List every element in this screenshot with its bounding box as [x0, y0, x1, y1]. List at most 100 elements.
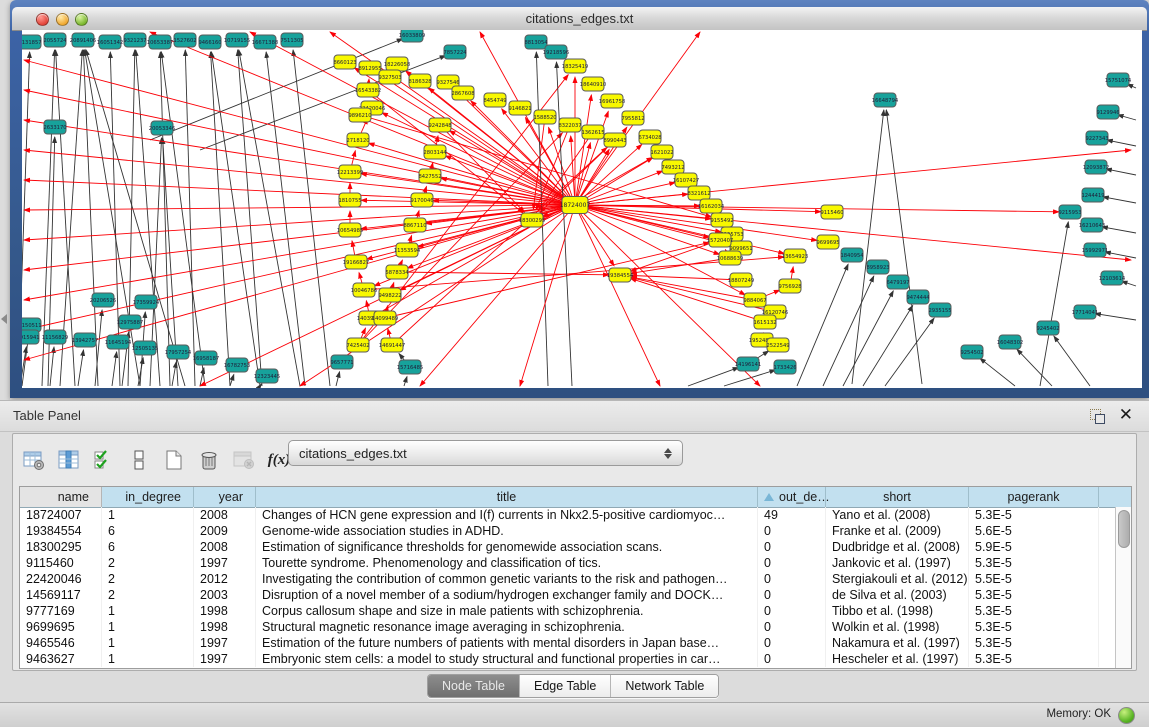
graph-node-yellow[interactable]: 12213399 — [337, 165, 363, 179]
graph-node-teal[interactable]: 11156829 — [42, 330, 68, 344]
table-cell[interactable]: 19384554 — [20, 523, 102, 539]
graph-node-teal[interactable]: 1733426 — [773, 360, 796, 374]
graph-node-teal[interactable]: 2055724 — [43, 33, 67, 47]
graph-node-teal[interactable]: 16782753 — [224, 358, 250, 372]
table-cell[interactable]: 0 — [758, 523, 826, 539]
vertical-scrollbar[interactable] — [1115, 507, 1131, 668]
table-cell[interactable]: 2 — [102, 571, 194, 587]
graph-node-teal[interactable]: 9129946 — [1096, 105, 1119, 119]
table-cell[interactable]: 1 — [102, 603, 194, 619]
graph-node-teal[interactable]: 8131857 — [22, 35, 42, 49]
graph-node-yellow[interactable]: 9146821 — [508, 101, 531, 115]
table-cell[interactable]: Dudbridge et al. (2008) — [826, 539, 969, 555]
graph-node-teal[interactable]: 16048302 — [997, 335, 1023, 349]
delete-column-icon[interactable] — [196, 447, 222, 473]
table-cell[interactable]: Estimation of significance thresholds fo… — [256, 539, 758, 555]
graph-node-teal[interactable]: 20206526 — [90, 293, 116, 307]
table-cell[interactable]: 2008 — [194, 539, 256, 555]
table-cell[interactable]: 1998 — [194, 619, 256, 635]
float-panel-icon[interactable] — [1089, 408, 1105, 424]
graph-node-yellow[interactable]: 18640910 — [580, 77, 606, 91]
table-row[interactable]: 1938455462009Genome-wide association stu… — [20, 523, 1116, 539]
graph-node-yellow[interactable]: 16543382 — [355, 83, 381, 97]
table-cell[interactable]: 5.3E-5 — [969, 587, 1099, 603]
select-columns-icon[interactable] — [56, 447, 82, 473]
graph-node-teal[interactable]: 16051342 — [97, 35, 123, 49]
graph-node-yellow[interactable]: 14691447 — [379, 338, 405, 352]
select-all-icon[interactable] — [91, 447, 117, 473]
graph-node-teal[interactable]: 12323445 — [254, 369, 280, 383]
table-cell[interactable]: 2009 — [194, 523, 256, 539]
graph-node-teal[interactable]: 9254502 — [960, 345, 983, 359]
graph-node-yellow[interactable]: 1621022 — [650, 145, 673, 159]
tab-edge-table[interactable]: Edge Table — [520, 675, 611, 697]
table-cell[interactable]: 9465546 — [20, 635, 102, 651]
graph-node-yellow[interactable]: 16107427 — [673, 173, 699, 187]
graph-node-teal[interactable]: 15751074 — [1105, 73, 1132, 87]
graph-node-yellow[interactable]: 2522549 — [766, 338, 789, 352]
graph-node-teal[interactable]: 16671388 — [252, 35, 278, 49]
scrollbar-thumb[interactable] — [1118, 510, 1130, 548]
table-select-dropdown[interactable]: citations_edges.txt — [288, 440, 683, 466]
graph-node-teal[interactable]: 9474444 — [906, 290, 930, 304]
table-row[interactable]: 2242004622012Investigating the contribut… — [20, 571, 1116, 587]
graph-node-teal[interactable]: 2633170 — [43, 120, 66, 134]
graph-node-yellow[interactable]: 9884067 — [743, 293, 766, 307]
table-cell[interactable]: 18300295 — [20, 539, 102, 555]
graph-node-teal[interactable]: 10719155 — [224, 33, 250, 47]
close-panel-icon[interactable]: ✕ — [1119, 405, 1133, 425]
tab-network-table[interactable]: Network Table — [611, 675, 718, 697]
table-cell[interactable]: 1997 — [194, 651, 256, 667]
network-window-titlebar[interactable]: citations_edges.txt — [12, 7, 1147, 31]
table-cell[interactable]: 1 — [102, 507, 194, 523]
graph-node-yellow[interactable]: 6734028 — [638, 130, 661, 144]
graph-node-teal[interactable]: 9657771 — [330, 355, 353, 369]
table-cell[interactable]: Jankovic et al. (1997) — [826, 555, 969, 571]
graph-node-teal[interactable]: 16958187 — [193, 351, 219, 365]
graph-node-yellow[interactable]: 7493212 — [661, 160, 684, 174]
graph-node-yellow[interactable]: 8427552 — [418, 169, 441, 183]
table-cell[interactable]: 5.3E-5 — [969, 619, 1099, 635]
graph-node-teal[interactable]: 17359924 — [133, 295, 160, 309]
table-row[interactable]: 1456911722003Disruption of a novel membe… — [20, 587, 1116, 603]
graph-node-yellow[interactable]: 10046786 — [351, 283, 377, 297]
graph-node-teal[interactable]: 6479197 — [886, 275, 909, 289]
graph-node-yellow[interactable]: 9327503 — [378, 70, 401, 84]
table-cell[interactable]: Estimation of the future numbers of pati… — [256, 635, 758, 651]
table-cell[interactable]: 9463627 — [20, 651, 102, 667]
graph-node-teal[interactable]: 1244419 — [1081, 188, 1104, 202]
graph-node-yellow[interactable]: 8912955 — [358, 61, 381, 75]
graph-node-yellow[interactable]: 18724007 — [560, 197, 591, 214]
column-header-out_de[interactable]: out_de… — [758, 487, 826, 507]
graph-node-teal[interactable]: 9227343 — [1085, 131, 1108, 145]
table-cell[interactable]: 0 — [758, 603, 826, 619]
table-cell[interactable]: 49 — [758, 507, 826, 523]
graph-node-teal[interactable]: 9245402 — [1036, 321, 1059, 335]
table-cell[interactable]: 22420046 — [20, 571, 102, 587]
graph-node-teal[interactable]: 17957254 — [165, 345, 192, 359]
graph-node-yellow[interactable]: 9170046 — [410, 193, 433, 207]
table-cell[interactable]: 1998 — [194, 603, 256, 619]
graph-node-yellow[interactable]: 1588520 — [533, 110, 556, 124]
graph-node-yellow[interactable]: 9699695 — [816, 235, 839, 249]
graph-node-yellow[interactable]: 10688639 — [717, 251, 743, 265]
graph-node-teal[interactable]: 16210643 — [1079, 218, 1105, 232]
table-row[interactable]: 946362711997Embryonic stem cells: a mode… — [20, 651, 1116, 667]
table-cell[interactable]: 0 — [758, 539, 826, 555]
table-cell[interactable]: 2003 — [194, 587, 256, 603]
graph-node-teal[interactable]: 3915941 — [22, 330, 40, 344]
table-row[interactable]: 969969511998Structural magnetic resonanc… — [20, 619, 1116, 635]
graph-node-yellow[interactable]: 10654985 — [337, 223, 363, 237]
network-canvas[interactable]: 8131857205572420891406160513429321237106… — [22, 30, 1142, 388]
table-cell[interactable]: 0 — [758, 619, 826, 635]
table-cell[interactable]: 14569117 — [20, 587, 102, 603]
table-cell[interactable]: 5.3E-5 — [969, 651, 1099, 667]
graph-node-yellow[interactable]: 8322037 — [558, 118, 581, 132]
graph-node-yellow[interactable]: 18300295 — [519, 213, 545, 227]
graph-node-yellow[interactable]: 18325419 — [562, 59, 588, 73]
graph-node-yellow[interactable]: 9242848 — [428, 118, 451, 132]
table-cell[interactable]: 6 — [102, 523, 194, 539]
graph-node-yellow[interactable]: 2718120 — [346, 133, 369, 147]
table-cell[interactable]: 0 — [758, 555, 826, 571]
graph-node-yellow[interactable]: 18226058 — [384, 57, 410, 71]
